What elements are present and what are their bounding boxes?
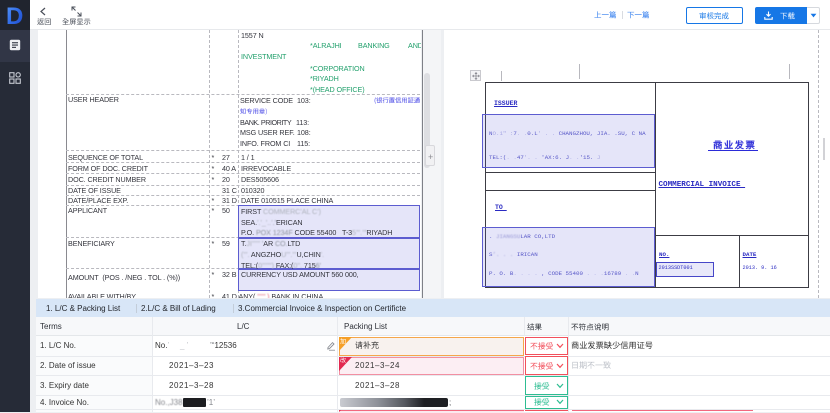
svg-text:D: D [6, 3, 23, 28]
